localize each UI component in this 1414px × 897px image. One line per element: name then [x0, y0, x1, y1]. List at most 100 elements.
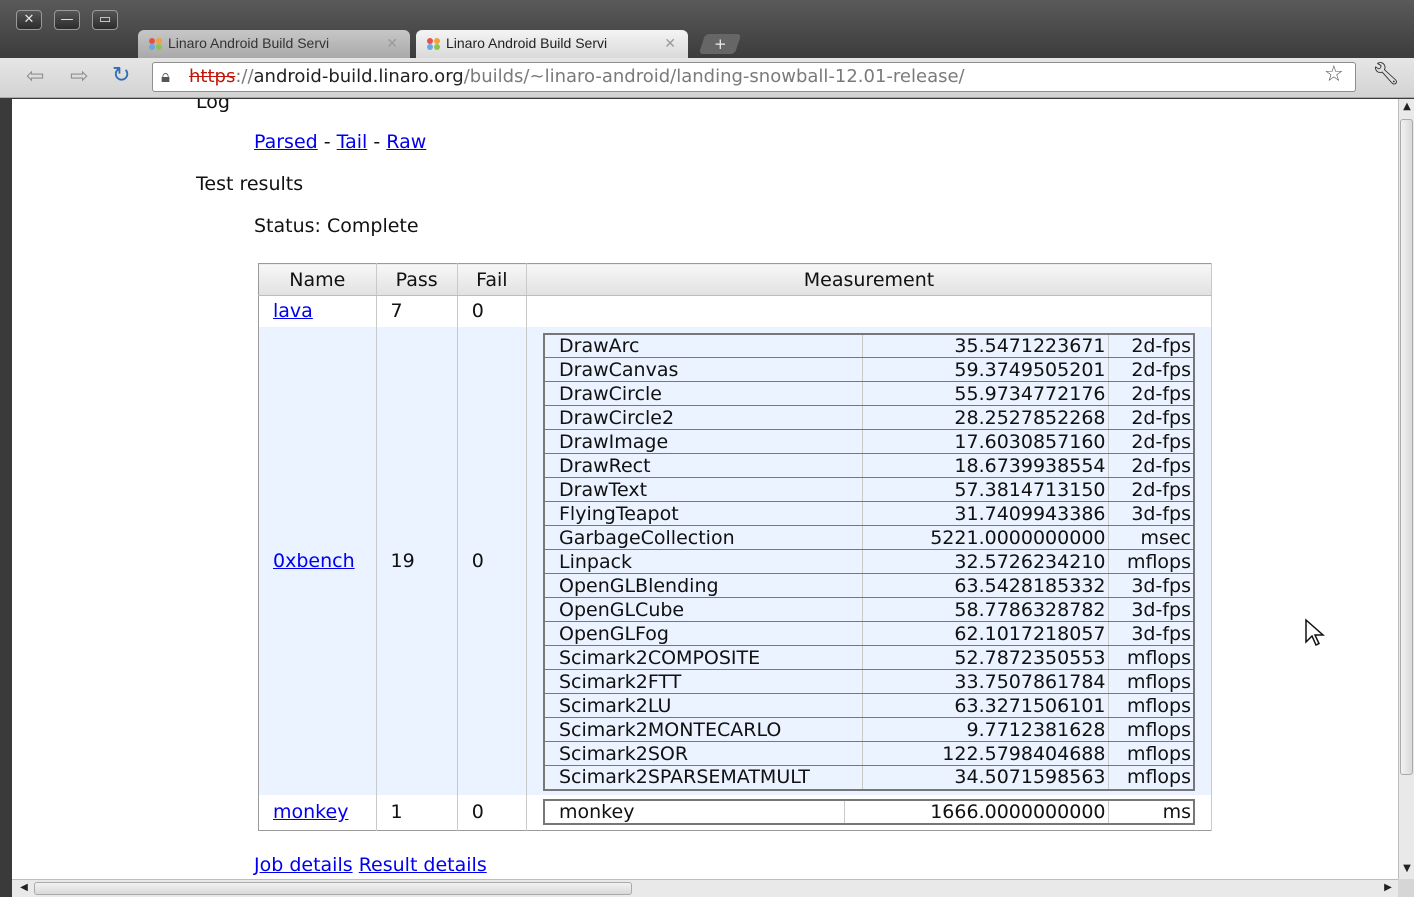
url-host: android-build.linaro.org	[253, 66, 464, 87]
mouse-pointer-icon	[1305, 618, 1325, 647]
measurement-unit: 2d-fps	[1107, 333, 1195, 358]
linaro-favicon-icon	[427, 38, 440, 50]
reload-icon[interactable]: ↻	[112, 63, 130, 88]
status-text: Status: Complete	[254, 215, 419, 237]
measurement-test-name: Scimark2LU	[543, 693, 863, 718]
column-header-name: Name	[258, 263, 377, 296]
measurement-row: DrawCircle2 28.2527852268 2d-fps	[543, 405, 1195, 430]
row-name-cell: 0xbench	[258, 326, 377, 795]
measurement-value: 17.6030857160	[861, 429, 1109, 454]
raw-log-link[interactable]: Raw	[386, 131, 426, 153]
row-measurement-cell	[526, 295, 1212, 327]
measurement-unit: mflops	[1107, 765, 1195, 790]
column-header-fail: Fail	[457, 263, 528, 296]
back-arrow-icon[interactable]: ⇦	[26, 64, 44, 89]
scroll-down-arrow-icon[interactable]: ▼	[1399, 863, 1414, 874]
tab-title: Linaro Android Build Servi	[168, 35, 330, 51]
tail-log-link[interactable]: Tail	[337, 131, 368, 153]
job-details-link[interactable]: Job details	[254, 854, 353, 876]
measurement-test-name: FlyingTeapot	[543, 501, 863, 526]
measurement-value: 122.5798404688	[861, 741, 1109, 766]
measurement-unit: 2d-fps	[1107, 453, 1195, 478]
window-titlebar: ✕ — ▭ Linaro Android Build Servi ✕ Linar…	[0, 0, 1414, 58]
wrench-icon[interactable]: 🔧︎	[1372, 62, 1400, 87]
table-header-row: Name Pass Fail Measurement	[258, 263, 1212, 296]
page-viewport: Log Parsed - Tail - Raw Test results Sta…	[12, 99, 1398, 879]
address-bar[interactable]: 🔒︎ https://android-build.linaro.org/buil…	[152, 62, 1356, 92]
new-tab-button[interactable]: +	[698, 34, 742, 54]
measurement-unit: 3d-fps	[1107, 501, 1195, 526]
tab-close-icon[interactable]: ✕	[664, 35, 676, 52]
measurement-row: FlyingTeapot 31.7409943386 3d-fps	[543, 501, 1195, 526]
scroll-left-arrow-icon[interactable]: ◀	[16, 882, 32, 893]
row-fail-cell: 0	[457, 295, 528, 327]
measurement-value: 35.5471223671	[861, 333, 1109, 358]
horizontal-scrollbar[interactable]: ◀ ▶	[12, 879, 1398, 897]
measurement-unit: 2d-fps	[1107, 357, 1195, 382]
measurement-test-name: OpenGLBlending	[543, 573, 863, 598]
forward-arrow-icon[interactable]: ⇨	[70, 64, 88, 89]
measurement-value: 63.3271506101	[861, 693, 1109, 718]
measurement-test-name: DrawText	[543, 477, 863, 502]
measurement-row: GarbageCollection 5221.0000000000 msec	[543, 525, 1195, 550]
tab-close-icon[interactable]: ✕	[386, 35, 398, 52]
measurement-row: Scimark2SPARSEMATMULT 34.5071598563 mflops	[543, 765, 1195, 790]
measurement-row: Scimark2SOR 122.5798404688 mflops	[543, 741, 1195, 766]
measurement-row: Scimark2LU 63.3271506101 mflops	[543, 693, 1195, 718]
scroll-right-arrow-icon[interactable]: ▶	[1380, 882, 1396, 893]
minimize-window-icon[interactable]: —	[54, 10, 80, 30]
measurement-value: 59.3749505201	[861, 357, 1109, 382]
measurement-test-name: DrawRect	[543, 453, 863, 478]
horizontal-scroll-thumb[interactable]	[34, 882, 632, 895]
link-separator: -	[373, 131, 381, 153]
measurement-unit: ms	[1107, 799, 1195, 825]
parsed-log-link[interactable]: Parsed	[254, 131, 318, 153]
measurement-value: 34.5071598563	[861, 765, 1109, 790]
close-window-icon[interactable]: ✕	[16, 10, 42, 30]
measurement-row: DrawRect 18.6739938554 2d-fps	[543, 453, 1195, 478]
measurement-value: 28.2527852268	[861, 405, 1109, 430]
tab-build-service-1[interactable]: Linaro Android Build Servi ✕	[138, 30, 410, 58]
measurement-unit: mflops	[1107, 549, 1195, 574]
measurement-unit: 2d-fps	[1107, 381, 1195, 406]
measurement-unit: 2d-fps	[1107, 477, 1195, 502]
measurement-test-name: DrawCanvas	[543, 357, 863, 382]
test-results-heading: Test results	[196, 173, 304, 195]
scrollbar-corner	[1398, 879, 1414, 897]
measurement-test-name: DrawImage	[543, 429, 863, 454]
measurement-value: 5221.0000000000	[861, 525, 1109, 550]
measurement-value: 33.7507861784	[861, 669, 1109, 694]
row-pass-cell: 7	[376, 295, 458, 327]
measurement-test-name: Linpack	[543, 549, 863, 574]
row-fail-cell: 0	[457, 794, 528, 831]
measurement-value: 1666.0000000000	[843, 799, 1109, 825]
measurement-value: 63.5428185332	[861, 573, 1109, 598]
measurement-row: monkey 1666.0000000000 ms	[543, 799, 1195, 825]
row-measurement-cell: DrawArc 35.5471223671 2d-fps DrawCanvas 59.3…	[526, 326, 1212, 795]
monkey-link[interactable]: monkey	[273, 801, 348, 823]
measurement-value: 58.7786328782	[861, 597, 1109, 622]
maximize-window-icon[interactable]: ▭	[92, 10, 118, 30]
measurement-test-name: monkey	[543, 799, 845, 825]
lava-link[interactable]: lava	[273, 300, 313, 322]
measurement-row: Scimark2MONTECARLO 9.7712381628 mflops	[543, 717, 1195, 742]
table-row: lava 7 0	[258, 295, 1212, 327]
measurement-test-name: OpenGLCube	[543, 597, 863, 622]
tab-build-service-2[interactable]: Linaro Android Build Servi ✕	[416, 30, 688, 58]
table-row: 0xbench 19 0 DrawArc 35.5471223671 2d-fps D…	[258, 326, 1212, 795]
measurement-row: OpenGLFog 62.1017218057 3d-fps	[543, 621, 1195, 646]
table-row: monkey 1 0 monkey 1666.0000000000 ms	[258, 794, 1212, 831]
0xbench-link[interactable]: 0xbench	[273, 550, 355, 572]
result-details-link[interactable]: Result details	[359, 854, 487, 876]
vertical-scroll-thumb[interactable]	[1400, 119, 1413, 775]
measurement-value: 32.5726234210	[861, 549, 1109, 574]
vertical-scrollbar[interactable]: ▲ ▼	[1398, 99, 1414, 879]
measurement-row: DrawImage 17.6030857160 2d-fps	[543, 429, 1195, 454]
measurement-test-name: Scimark2FTT	[543, 669, 863, 694]
measurement-test-name: Scimark2MONTECARLO	[543, 717, 863, 742]
measurement-unit: 2d-fps	[1107, 405, 1195, 430]
star-icon[interactable]: ☆	[1324, 62, 1344, 87]
scroll-up-arrow-icon[interactable]: ▲	[1399, 101, 1414, 112]
measurement-test-name: DrawArc	[543, 333, 863, 358]
column-header-measurement: Measurement	[526, 263, 1212, 296]
